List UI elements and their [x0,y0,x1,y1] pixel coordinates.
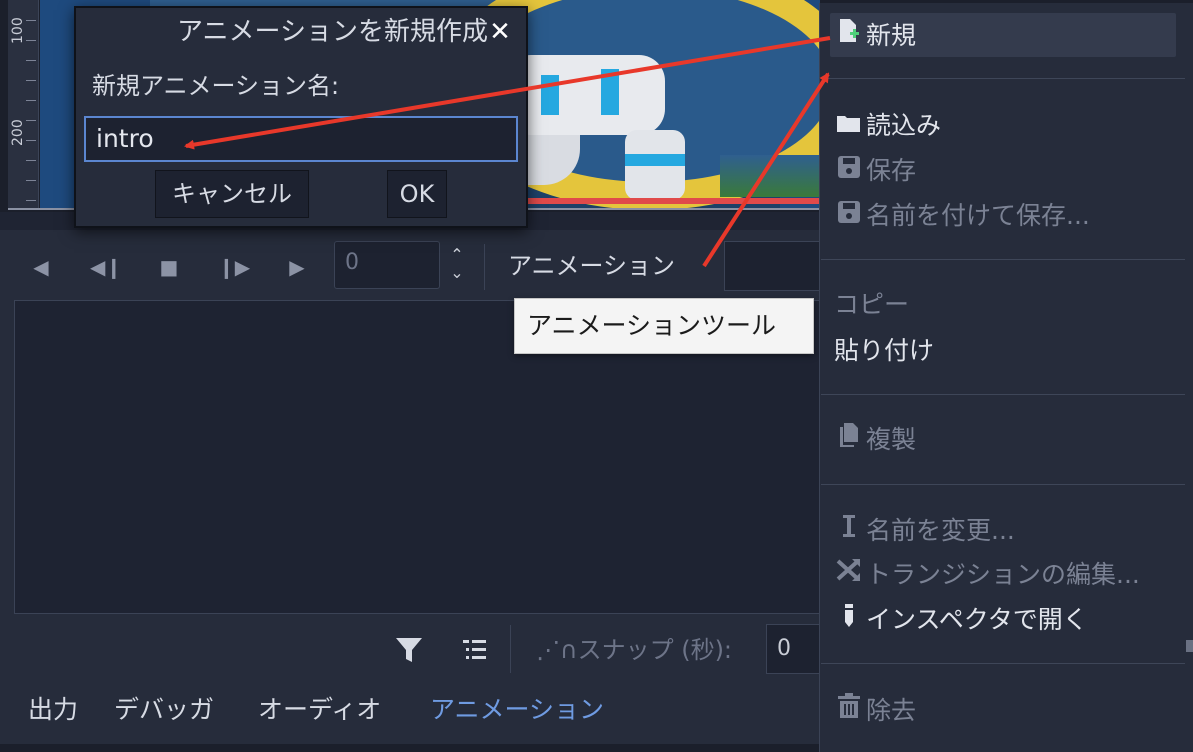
play-icon[interactable]: ▶ [282,252,312,282]
menu-item-open-in-inspector-label: インスペクタで開く [866,605,1088,634]
menu-item-copy-label: コピー [834,290,910,319]
animation-menu-button[interactable]: アニメーション [496,241,718,291]
tools-divider [510,625,511,673]
save-as-icon [834,194,864,238]
menu-item-rename[interactable]: 名前を変更... [834,509,1015,553]
stop-icon[interactable]: ■ [154,252,184,282]
animation-name-input[interactable]: intro [84,116,518,162]
cancel-button[interactable]: キャンセル [155,170,309,218]
tooltip: アニメーションツール [514,298,814,354]
ruler-label: 100 [10,17,26,44]
play-from-start-icon[interactable]: ❙▶ [218,252,250,282]
tab-audio[interactable]: オーディオ [258,688,381,732]
menu-item-load[interactable]: 読込み [834,104,941,148]
ok-button[interactable]: OK [387,170,447,218]
tab-animation[interactable]: アニメーション [430,688,604,732]
animation-name-label: 新規アニメーション名: [92,72,340,100]
save-icon [834,149,864,193]
play-backwards-icon[interactable]: ◀ [26,252,56,282]
magnet-icon: ⋰∩ [536,636,578,664]
menu-item-remove[interactable]: 除去 [834,689,916,733]
folder-icon [834,104,864,148]
menu-item-edit-transitions[interactable]: トランジションの編集... [834,553,1140,597]
snap-label-text: スナップ (秒): [577,636,733,664]
menu-item-remove-label: 除去 [866,696,917,725]
inspector-icon [834,598,864,642]
menu-item-save[interactable]: 保存 [834,149,916,193]
robot-body-graphic [505,55,665,135]
frame-position-field[interactable]: 0 [334,241,440,289]
menu-item-duplicate[interactable]: 複製 [834,418,916,462]
menu-item-copy[interactable]: コピー [834,283,909,327]
trash-icon [834,689,864,733]
new-file-icon [834,14,864,58]
menu-scroll-edge [1186,640,1193,652]
grass-graphic [720,155,820,197]
toolbar-divider [484,244,485,290]
menu-item-new-label: 新規 [866,21,917,50]
shuffle-icon [834,553,864,597]
filter-icon[interactable] [394,632,424,668]
tab-debugger[interactable]: デバッガ [114,688,214,732]
snap-step-field[interactable]: 0 [766,624,826,674]
menu-item-paste-label: 貼り付け [834,336,935,365]
track-list-icon[interactable] [460,632,490,668]
menu-item-save-as[interactable]: 名前を付けて保存... [834,194,1090,238]
snap-label[interactable]: ⋰∩スナップ (秒): [536,630,732,670]
tab-output[interactable]: 出力 [28,688,78,732]
animation-select[interactable] [724,241,824,291]
menu-item-duplicate-label: 複製 [866,425,917,454]
vertical-ruler: 100 200 [8,0,39,210]
menu-item-save-label: 保存 [866,156,917,185]
menu-item-paste[interactable]: 貼り付け [834,329,934,373]
menu-item-save-as-label: 名前を付けて保存... [866,201,1090,230]
menu-item-load-label: 読込み [866,111,942,140]
menu-item-rename-label: 名前を変更... [866,516,1015,545]
dialog-title: アニメーションを新規作成 [177,17,488,47]
spinner-icon[interactable]: ⌃ ⌄ [444,246,470,286]
menu-item-edit-transitions-label: トランジションの編集... [866,560,1140,589]
menu-item-open-in-inspector[interactable]: インスペクタで開く [834,598,1088,642]
menu-item-new[interactable]: 新規 [834,14,916,58]
floor-line [520,198,820,204]
close-icon[interactable]: ✕ [484,12,516,52]
ruler-label: 200 [10,119,26,146]
robot-leg-graphic [625,130,685,200]
duplicate-icon [834,418,864,462]
play-backwards-from-end-icon[interactable]: ◀❙ [90,252,122,282]
text-cursor-icon [834,509,864,553]
